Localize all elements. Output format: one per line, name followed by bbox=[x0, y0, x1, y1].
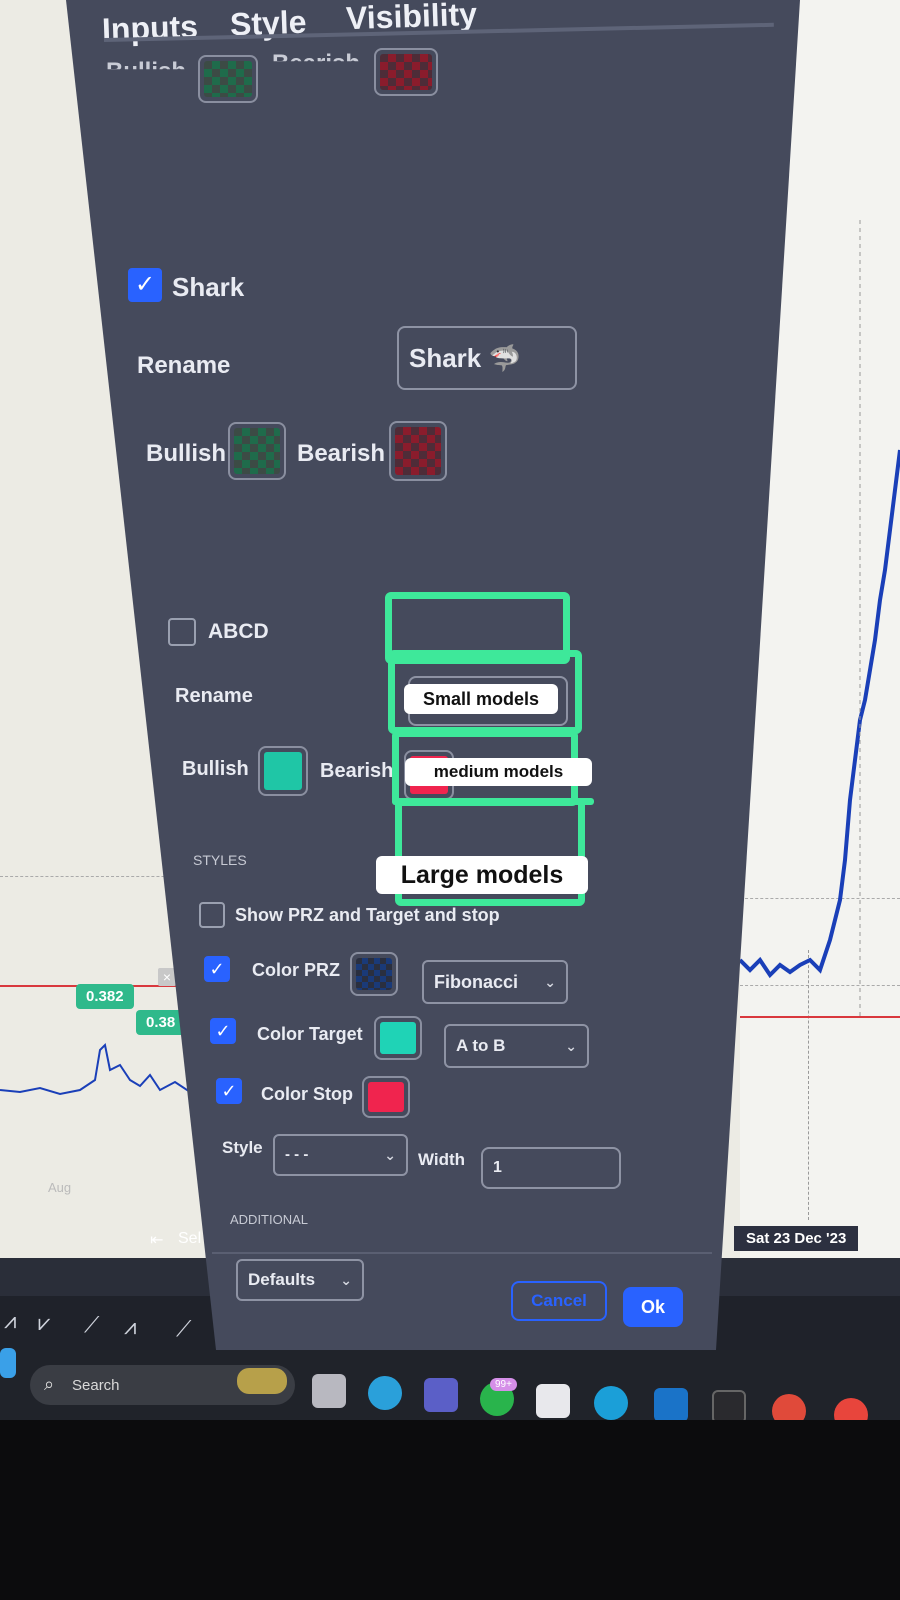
line-tool-icon[interactable]: ⟋ bbox=[84, 1312, 99, 1338]
abcd-bullish-label: Bullish bbox=[182, 758, 249, 780]
monitor-bezel bbox=[0, 1420, 900, 1600]
prev-bearish-swatch[interactable] bbox=[374, 48, 438, 96]
fib-level-tag[interactable]: 0.38 bbox=[136, 1010, 186, 1035]
abcd-checkbox[interactable] bbox=[168, 618, 196, 646]
line-style-select[interactable]: - - - ⌄ bbox=[273, 1134, 408, 1176]
width-label: Width bbox=[418, 1150, 466, 1169]
search-placeholder: Search bbox=[72, 1377, 120, 1394]
abcd-rename-label: Rename bbox=[175, 685, 253, 707]
pattern-tool-icon[interactable]: ⩘ bbox=[4, 1308, 16, 1334]
color-prz-swatch[interactable] bbox=[350, 952, 398, 996]
show-prz-checkbox[interactable] bbox=[199, 902, 225, 928]
select-range-label[interactable]: Sel bbox=[178, 1230, 201, 1248]
crosshair-date-label: Sat 23 Dec '23 bbox=[734, 1226, 859, 1251]
chevron-down-icon: ⌄ bbox=[340, 1272, 352, 1288]
shark-bullish-label: Bullish bbox=[146, 440, 227, 467]
store-icon[interactable] bbox=[536, 1384, 570, 1418]
telegram-icon[interactable] bbox=[368, 1376, 402, 1410]
abcd-bearish-label: Bearish bbox=[320, 760, 394, 782]
prz-mode-value: Fibonacci bbox=[434, 972, 519, 992]
target-mode-select[interactable]: A to B ⌄ bbox=[444, 1024, 589, 1068]
start-icon[interactable] bbox=[0, 1348, 16, 1378]
abcd-label: ABCD bbox=[208, 620, 269, 643]
styles-heading: STYLES bbox=[193, 852, 247, 868]
trend-line-icon[interactable]: ⟋ bbox=[176, 1316, 191, 1342]
shark-label: Shark bbox=[172, 272, 245, 302]
defaults-label: Defaults bbox=[248, 1270, 316, 1289]
mail-icon[interactable] bbox=[654, 1388, 688, 1422]
shark-bearish-swatch[interactable] bbox=[389, 421, 447, 481]
large-models-label: Large models bbox=[376, 856, 588, 894]
annotation-divider bbox=[392, 798, 594, 805]
color-target-swatch[interactable] bbox=[374, 1016, 422, 1060]
search-icon: ⌕ bbox=[44, 1374, 55, 1394]
prz-mode-select[interactable]: Fibonacci ⌄ bbox=[422, 960, 568, 1004]
chevron-down-icon: ⌄ bbox=[384, 1147, 396, 1163]
color-stop-label: Color Stop bbox=[261, 1084, 353, 1104]
medium-models-label: medium models bbox=[405, 758, 592, 786]
color-target-label: Color Target bbox=[257, 1024, 363, 1044]
shark-rename-label: Rename bbox=[137, 352, 231, 379]
shark-rename-input[interactable]: Shark 🦈 bbox=[397, 326, 577, 390]
defaults-button[interactable]: Defaults ⌄ bbox=[236, 1259, 364, 1301]
line-style-label: Style bbox=[222, 1138, 263, 1157]
show-prz-label: Show PRZ and Target and stop bbox=[235, 905, 500, 925]
time-axis-label: Aug bbox=[48, 1180, 72, 1195]
color-stop-checkbox[interactable]: ✓ bbox=[216, 1078, 242, 1104]
additional-heading: ADDITIONAL bbox=[230, 1212, 309, 1227]
zigzag-tool-icon[interactable]: ⩘ bbox=[124, 1314, 136, 1340]
pattern-tool-icon[interactable]: ⩗ bbox=[38, 1310, 50, 1336]
cancel-button[interactable]: Cancel bbox=[511, 1281, 607, 1321]
width-input[interactable]: 1 bbox=[481, 1147, 621, 1189]
edge-browser-icon[interactable] bbox=[594, 1386, 628, 1420]
shark-bearish-label: Bearish bbox=[297, 440, 386, 467]
small-models-label: Small models bbox=[404, 684, 558, 714]
fib-level-tag[interactable]: 0.382 bbox=[76, 984, 134, 1009]
notification-badge: 99+ bbox=[490, 1378, 517, 1391]
shark-bullish-swatch[interactable] bbox=[228, 422, 286, 480]
chevron-down-icon: ⌄ bbox=[565, 1038, 577, 1054]
tradingview-icon[interactable] bbox=[712, 1390, 746, 1424]
target-mode-value: A to B bbox=[456, 1036, 506, 1055]
ok-button[interactable]: Ok bbox=[623, 1287, 683, 1327]
footer-divider bbox=[212, 1252, 712, 1254]
color-prz-label: Color PRZ bbox=[252, 960, 340, 980]
color-target-checkbox[interactable]: ✓ bbox=[210, 1018, 236, 1044]
abcd-bullish-swatch[interactable] bbox=[258, 746, 308, 796]
color-stop-swatch[interactable] bbox=[362, 1076, 410, 1118]
teams-icon[interactable] bbox=[424, 1378, 458, 1412]
file-explorer-icon[interactable] bbox=[312, 1374, 346, 1408]
shark-checkbox[interactable]: ✓ bbox=[128, 268, 162, 302]
line-style-value: - - - bbox=[285, 1146, 309, 1163]
prev-bullish-swatch[interactable] bbox=[198, 55, 258, 103]
tab-inputs[interactable]: Inputs bbox=[101, 8, 198, 48]
close-icon[interactable]: × bbox=[158, 968, 176, 986]
weather-widget-icon[interactable] bbox=[237, 1368, 287, 1394]
select-range-icon[interactable]: ⇤ bbox=[150, 1230, 163, 1250]
chevron-down-icon: ⌄ bbox=[544, 974, 556, 990]
color-prz-checkbox[interactable]: ✓ bbox=[204, 956, 230, 982]
